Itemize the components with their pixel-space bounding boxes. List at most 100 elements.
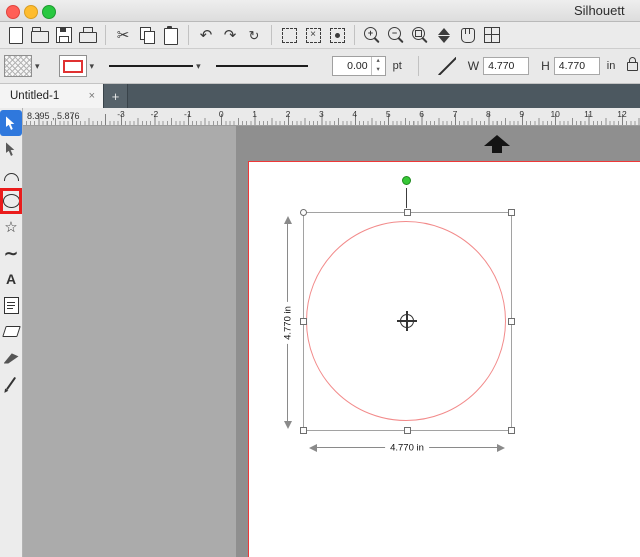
width-dimension-label: 4.770 in xyxy=(385,442,429,453)
minimize-button[interactable] xyxy=(24,5,38,19)
ruler-number: 12 xyxy=(617,109,626,119)
fill-swatch[interactable] xyxy=(4,55,32,77)
rotation-handle[interactable] xyxy=(402,176,411,185)
document-tabbar: Untitled-1 × + xyxy=(0,84,640,108)
freehand-tool-button[interactable]: ∼ xyxy=(0,240,22,266)
drag-zoom-button[interactable] xyxy=(432,24,456,46)
zoom-out-button[interactable]: − xyxy=(384,24,408,46)
new-document-icon xyxy=(9,27,23,44)
draw-star-tool-button[interactable]: ☆ xyxy=(0,214,22,240)
paste-icon xyxy=(164,28,178,45)
pan-button[interactable] xyxy=(456,24,480,46)
edit-points-icon xyxy=(6,142,17,156)
new-document-button[interactable] xyxy=(4,24,28,46)
notes-tool-button[interactable] xyxy=(0,292,22,318)
deselect-icon: × xyxy=(306,28,321,43)
line-weight-preview-icon xyxy=(216,65,308,67)
print-button[interactable] xyxy=(76,24,100,46)
knife-tool-button[interactable] xyxy=(0,344,22,370)
edit-points-tool-button[interactable] xyxy=(0,136,22,162)
select-arrow-icon xyxy=(6,116,17,130)
eraser-icon xyxy=(2,326,21,337)
refresh-button[interactable]: ↻ xyxy=(242,24,266,46)
line-color-swatch[interactable] xyxy=(59,55,87,77)
selection-handle[interactable] xyxy=(508,318,515,325)
tab-untitled-1[interactable]: Untitled-1 × xyxy=(0,84,104,108)
pen-tool-button[interactable] xyxy=(0,370,22,396)
select-all-button[interactable] xyxy=(277,24,301,46)
print-icon xyxy=(79,32,97,43)
line-weight-select[interactable] xyxy=(216,56,308,76)
selection-handle[interactable] xyxy=(404,209,411,216)
text-tool-button[interactable]: A xyxy=(0,266,22,292)
fill-dropdown-arrow[interactable]: ▾ xyxy=(35,61,40,72)
ruler-number: 2 xyxy=(286,109,291,119)
redo-button[interactable]: ↷ xyxy=(218,24,242,46)
draw-ellipse-tool-button[interactable] xyxy=(0,188,22,214)
new-tab-button[interactable]: + xyxy=(104,84,128,108)
paste-button[interactable] xyxy=(159,24,183,46)
draw-curve-tool-button[interactable] xyxy=(0,162,22,188)
toolbar-separator xyxy=(418,56,419,76)
line-thickness-input[interactable] xyxy=(333,57,371,75)
toolbar-separator xyxy=(271,25,272,45)
zoom-in-button[interactable]: + xyxy=(360,24,384,46)
eraser-tool-button[interactable] xyxy=(0,318,22,344)
center-point-marker[interactable] xyxy=(397,311,417,331)
fullscreen-button[interactable] xyxy=(42,5,56,19)
ruler-number: -2 xyxy=(151,109,159,119)
line-style-select[interactable] xyxy=(109,56,193,76)
ruler-number: 7 xyxy=(453,109,458,119)
thickness-unit-label: pt xyxy=(393,60,402,72)
cursor-position-readout: 8.395 , 5.876 xyxy=(27,111,80,121)
horizontal-ruler: -3-2-10123456789101112 8.395 , 5.876 xyxy=(23,108,640,126)
ruler-number: 4 xyxy=(352,109,357,119)
drag-zoom-icon xyxy=(438,28,450,43)
ruler-number: -1 xyxy=(184,109,192,119)
save-button[interactable] xyxy=(52,24,76,46)
copy-icon xyxy=(140,27,155,43)
width-input[interactable] xyxy=(483,57,529,75)
close-button[interactable] xyxy=(6,5,20,19)
width-dimension-indicator: 4.770 in xyxy=(309,441,505,454)
ruler-number: 10 xyxy=(550,109,559,119)
selection-handle[interactable] xyxy=(508,427,515,434)
selection-options-icon xyxy=(330,28,345,43)
undo-button[interactable]: ↶ xyxy=(194,24,218,46)
zoom-out-icon: − xyxy=(387,26,405,44)
fit-page-icon xyxy=(484,27,500,43)
select-tool-button[interactable] xyxy=(0,110,22,136)
fit-page-button[interactable] xyxy=(480,24,504,46)
canvas-area[interactable]: 4.770 in 4.770 in xyxy=(23,126,640,557)
copy-button[interactable] xyxy=(135,24,159,46)
zoom-selection-button[interactable] xyxy=(408,24,432,46)
cut-button[interactable]: ✂ xyxy=(111,24,135,46)
deselect-all-button[interactable]: × xyxy=(301,24,325,46)
open-button[interactable] xyxy=(28,24,52,46)
dimension-arrow-right-icon xyxy=(497,444,505,452)
ruler-number: -3 xyxy=(117,109,125,119)
scissors-icon: ✂ xyxy=(117,28,130,43)
line-color-dropdown-arrow[interactable]: ▾ xyxy=(90,61,95,72)
open-folder-icon xyxy=(31,31,49,43)
ruler-number: 5 xyxy=(386,109,391,119)
selection-handle[interactable] xyxy=(300,427,307,434)
selection-options-button[interactable] xyxy=(325,24,349,46)
stepper-up-button[interactable]: ▴ xyxy=(372,57,385,66)
style-toolbar: ▾ ▾ ▾ ▴ ▾ pt W H in xyxy=(0,49,640,84)
redo-icon: ↷ xyxy=(224,28,237,43)
stepper-down-button[interactable]: ▾ xyxy=(372,66,385,75)
lock-aspect-icon[interactable] xyxy=(627,62,638,71)
line-style-dropdown-arrow[interactable]: ▾ xyxy=(196,61,201,72)
selection-handle[interactable] xyxy=(404,427,411,434)
ruler-number: 1 xyxy=(252,109,257,119)
selection-handle[interactable] xyxy=(508,209,515,216)
dot-icon xyxy=(335,33,340,38)
zoom-in-icon: + xyxy=(363,26,381,44)
selection-handle[interactable] xyxy=(300,209,307,216)
height-input[interactable] xyxy=(554,57,600,75)
tab-close-button[interactable]: × xyxy=(89,90,95,102)
drawing-tools-panel: ☆ ∼ A xyxy=(0,108,23,557)
dimension-arrow-down-icon xyxy=(284,421,292,429)
selection-handle[interactable] xyxy=(300,318,307,325)
